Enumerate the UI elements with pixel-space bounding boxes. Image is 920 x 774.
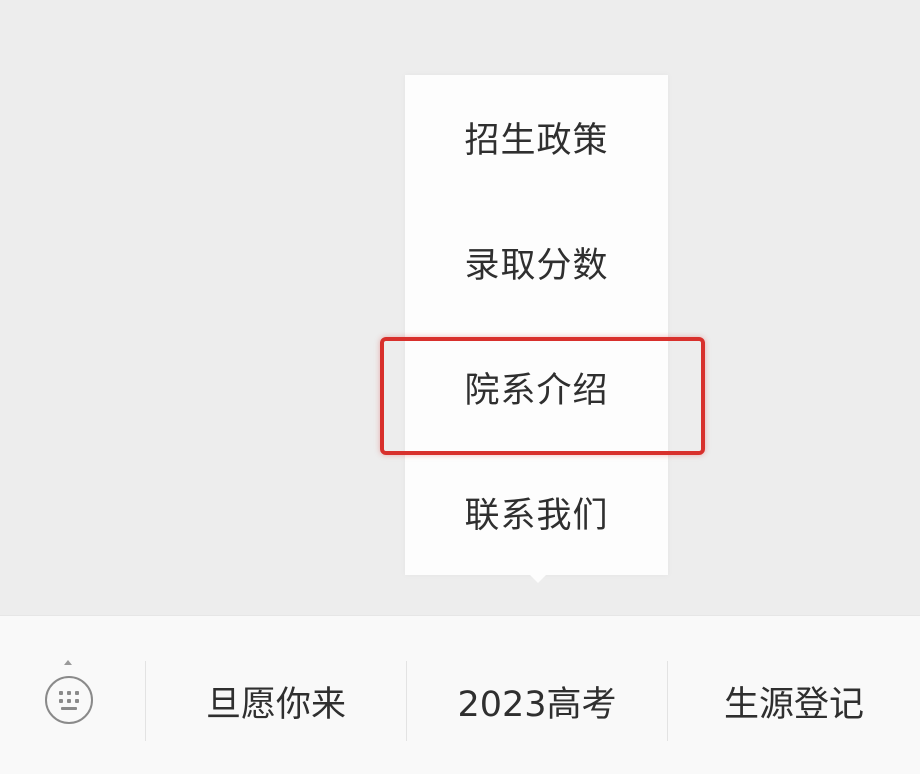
chat-screen: 招生政策 录取分数 院系介绍 联系我们 旦愿你来 2023高考 生源登记 (0, 0, 920, 774)
menu-tab-welcome[interactable]: 旦愿你来 (146, 661, 406, 741)
menu-tab-2023-exam[interactable]: 2023高考 (407, 661, 667, 741)
keyboard-icon[interactable] (45, 676, 93, 724)
menu-item-departments[interactable]: 院系介绍 (405, 325, 668, 450)
menu-item-contact-us[interactable]: 联系我们 (405, 450, 668, 575)
popup-pointer-arrow (527, 572, 549, 583)
submenu-popup: 招生政策 录取分数 院系介绍 联系我们 (405, 75, 668, 575)
bottom-menu-bar: 旦愿你来 2023高考 生源登记 (0, 615, 920, 774)
caret-up-icon (64, 660, 72, 665)
menu-item-admission-policy[interactable]: 招生政策 (405, 75, 668, 200)
menu-item-admission-scores[interactable]: 录取分数 (405, 200, 668, 325)
menu-tab-student-registration[interactable]: 生源登记 (668, 661, 920, 741)
